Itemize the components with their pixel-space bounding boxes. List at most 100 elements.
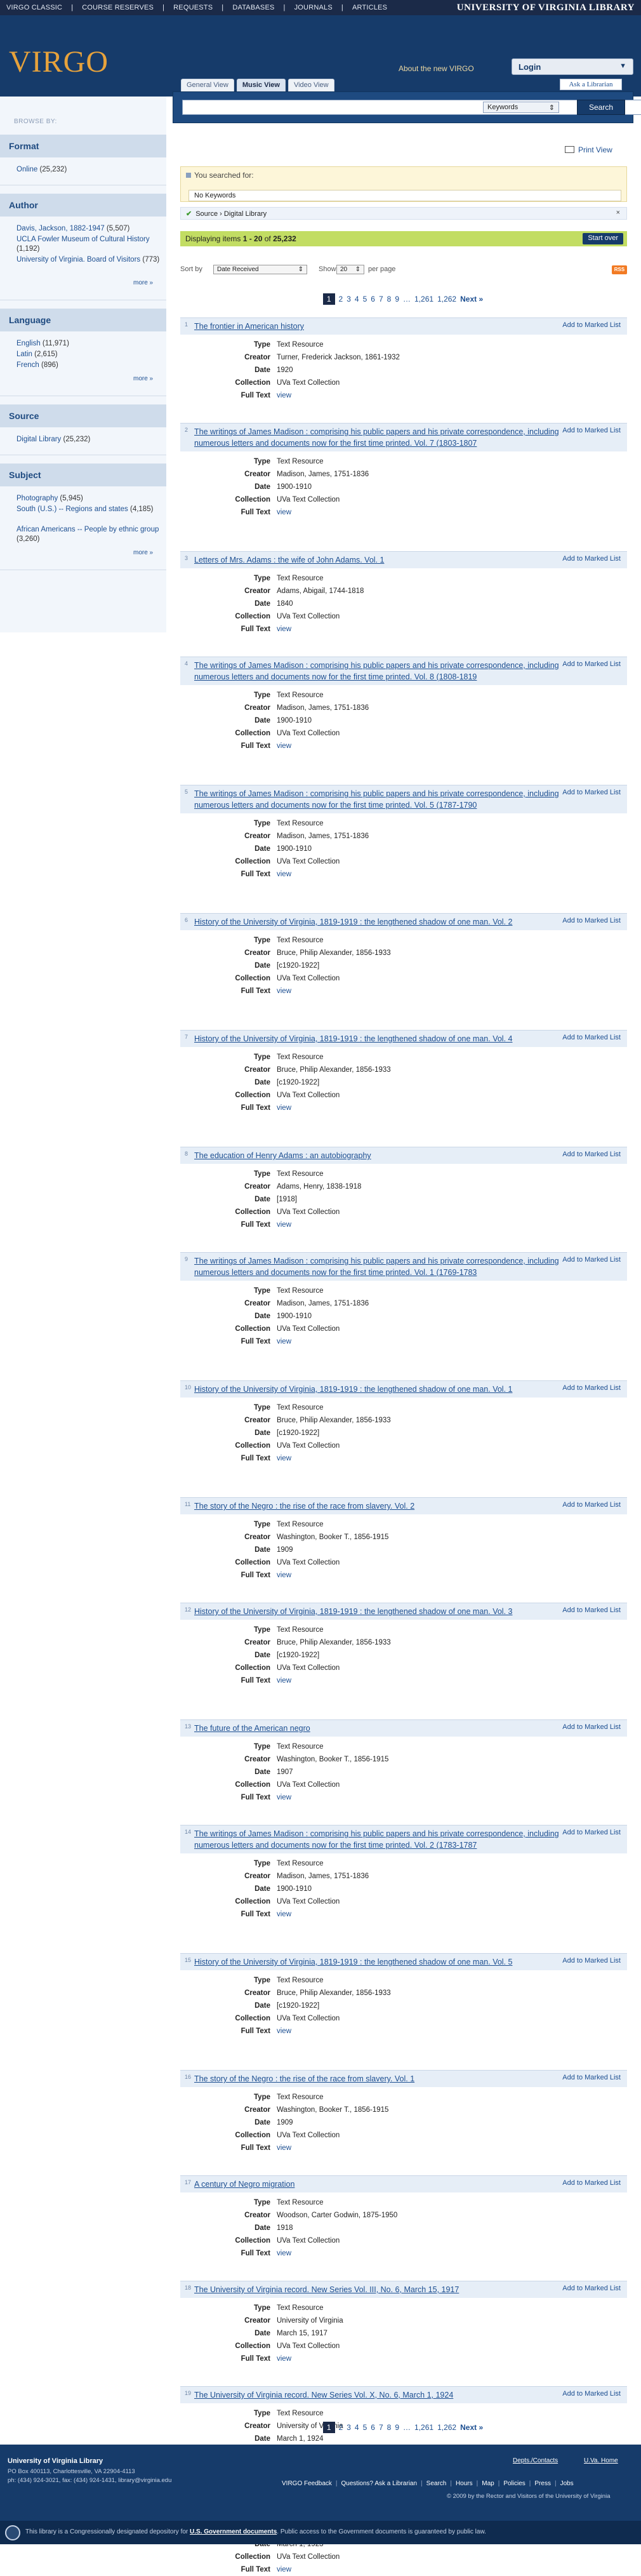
add-to-marked-list-button[interactable]: Add to Marked List [562,1501,621,1509]
full-text-view-link[interactable]: view [277,1911,291,1918]
pagination-page[interactable]: 6 [371,2423,375,2432]
pagination-page[interactable]: 5 [363,295,367,304]
full-text-view-link[interactable]: view [277,1794,291,1801]
add-to-marked-list-button[interactable]: Add to Marked List [562,321,621,329]
full-text-view-link[interactable]: view [277,2250,291,2257]
pagination-page[interactable]: 4 [355,295,359,304]
pagination-page[interactable]: 2 [339,295,343,304]
facet-more-link[interactable]: more » [133,279,153,286]
pagination-page[interactable]: 6 [371,295,375,304]
start-over-button[interactable]: Start over [583,233,623,244]
result-title-link[interactable]: The writings of James Madison : comprisi… [194,1828,564,1851]
print-view-link[interactable]: Print View [565,145,612,154]
search-button[interactable]: Search [577,100,625,115]
pagination-page[interactable]: 3 [347,2423,351,2432]
pagination-page[interactable]: 5 [363,2423,367,2432]
search-field-select[interactable]: Keywords ⇕ [483,102,559,113]
about-link[interactable]: About the new VIRGO [399,64,474,73]
full-text-view-link[interactable]: view [277,987,291,995]
top-nav-link[interactable]: VIRGO CLASSIC [6,4,62,11]
facet-item[interactable]: English (11,971) [17,339,162,349]
facet-more-link[interactable]: more » [133,549,153,556]
result-title-link[interactable]: The writings of James Madison : comprisi… [194,660,564,683]
footer-link[interactable]: Search [426,2480,447,2487]
result-title-link[interactable]: History of the University of Virginia, 1… [194,1384,564,1395]
view-tab[interactable]: Music View [236,79,286,91]
footer-link[interactable]: Hours [456,2480,473,2487]
footer-link[interactable]: Map [482,2480,494,2487]
result-title-link[interactable]: The University of Virginia record. New S… [194,2284,564,2295]
result-title-link[interactable]: The education of Henry Adams : an autobi… [194,1150,564,1161]
search-input[interactable] [182,100,641,115]
sort-select[interactable]: Date Received ⇕ [213,265,307,274]
result-title-link[interactable]: The writings of James Madison : comprisi… [194,1255,564,1278]
add-to-marked-list-button[interactable]: Add to Marked List [562,2390,621,2398]
pagination-page[interactable]: 8 [387,2423,392,2432]
add-to-marked-list-button[interactable]: Add to Marked List [562,1723,621,1731]
virgo-logo[interactable]: VIRGO [9,44,109,79]
add-to-marked-list-button[interactable]: Add to Marked List [562,555,621,563]
pagination-next[interactable]: Next » [460,295,483,304]
footer-link[interactable]: Jobs [560,2480,574,2487]
full-text-view-link[interactable]: view [277,1677,291,1685]
rss-icon[interactable]: RSS [612,265,627,274]
result-title-link[interactable]: The frontier in American history [194,321,564,332]
add-to-marked-list-button[interactable]: Add to Marked List [562,789,621,796]
full-text-view-link[interactable]: view [277,1221,291,1229]
full-text-view-link[interactable]: view [277,2144,291,2152]
pagination-page[interactable]: 4 [355,2423,359,2432]
facet-item[interactable]: South (U.S.) -- Regions and states (4,18… [17,505,162,514]
result-title-link[interactable]: The future of the American negro [194,1723,564,1734]
pagination-page[interactable]: 1,262 [437,295,456,304]
result-title-link[interactable]: History of the University of Virginia, 1… [194,1606,564,1617]
add-to-marked-list-button[interactable]: Add to Marked List [562,1957,621,1965]
result-title-link[interactable]: History of the University of Virginia, 1… [194,1956,564,1968]
full-text-view-link[interactable]: view [277,2027,291,2035]
full-text-view-link[interactable]: view [277,1104,291,1112]
facet-item[interactable]: Photography (5,945) [17,494,162,504]
facet-more-link[interactable]: more » [133,375,153,382]
add-to-marked-list-button[interactable]: Add to Marked List [562,1384,621,1392]
add-to-marked-list-button[interactable]: Add to Marked List [562,1034,621,1041]
view-tab[interactable]: General View [181,79,234,91]
full-text-view-link[interactable]: view [277,1455,291,1462]
per-page-select[interactable]: 20 ⇕ [336,265,364,274]
full-text-view-link[interactable]: view [277,871,291,878]
pagination-page[interactable]: 2 [339,2423,343,2432]
add-to-marked-list-button[interactable]: Add to Marked List [562,2285,621,2292]
add-to-marked-list-button[interactable]: Add to Marked List [562,2074,621,2081]
full-text-view-link[interactable]: view [277,392,291,399]
result-title-link[interactable]: The story of the Negro : the rise of the… [194,2073,564,2085]
add-to-marked-list-button[interactable]: Add to Marked List [562,1256,621,1264]
add-to-marked-list-button[interactable]: Add to Marked List [562,427,621,434]
uva-library-brand[interactable]: University of Virginia Library [457,3,635,13]
full-text-view-link[interactable]: view [277,2566,291,2573]
pagination-page[interactable]: 1,262 [437,2423,456,2432]
facet-item[interactable]: Digital Library (25,232) [17,435,162,444]
result-title-link[interactable]: The writings of James Madison : comprisi… [194,788,564,811]
result-title-link[interactable]: Letters of Mrs. Adams : the wife of John… [194,554,564,566]
view-tab[interactable]: Video View [287,79,334,91]
footer-link[interactable]: Policies [503,2480,525,2487]
full-text-view-link[interactable]: view [277,625,291,633]
pagination-page[interactable]: 7 [379,295,383,304]
footer-link[interactable]: VIRGO Feedback [282,2480,332,2487]
remove-filter-button[interactable]: × [616,209,620,217]
facet-item[interactable]: Online (25,232) [17,165,162,175]
uva-home-link[interactable]: U.Va. Home [584,2457,618,2464]
full-text-view-link[interactable]: view [277,509,291,516]
top-nav-link[interactable]: COURSE RESERVES [82,4,154,11]
top-nav-link[interactable]: REQUESTS [173,4,213,11]
facet-item[interactable]: University of Virginia. Board of Visitor… [17,255,162,265]
pagination-page[interactable]: 9 [395,2423,399,2432]
facet-item[interactable]: Davis, Jackson, 1882-1947 (5,507) [17,224,162,234]
login-button[interactable]: Login ▼ [512,58,633,75]
us-government-documents-link[interactable]: U.S. Government documents [190,2528,277,2535]
top-nav-link[interactable]: ARTICLES [352,4,387,11]
pagination-page[interactable]: 1,261 [414,2423,433,2432]
facet-item[interactable]: UCLA Fowler Museum of Cultural History (… [17,235,162,254]
add-to-marked-list-button[interactable]: Add to Marked List [562,2179,621,2187]
top-nav-link[interactable]: DATABASES [232,4,274,11]
pagination-page[interactable]: 3 [347,295,351,304]
full-text-view-link[interactable]: view [277,2355,291,2363]
